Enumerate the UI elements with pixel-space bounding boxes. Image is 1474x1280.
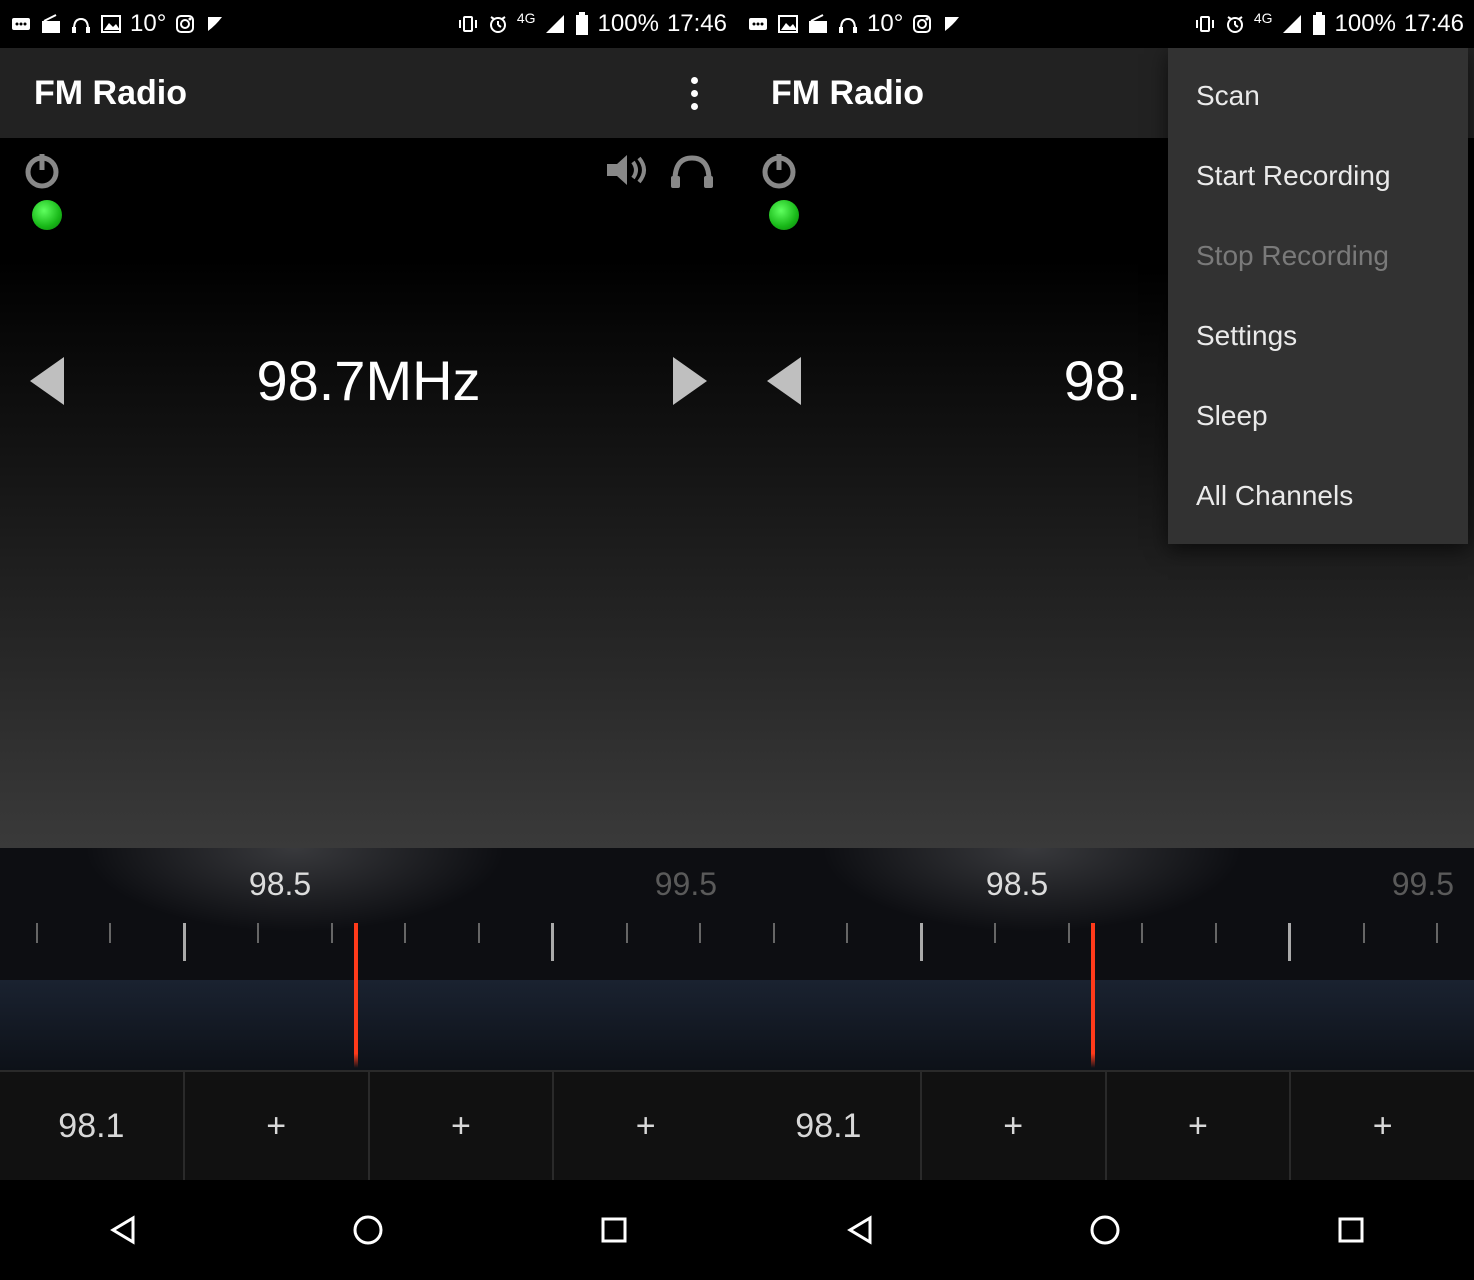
signal-icon [1281, 13, 1303, 35]
frequency-dial[interactable]: 98.5 99.5 [737, 848, 1474, 1070]
temperature: 10° [867, 10, 903, 38]
more-options-button[interactable] [679, 77, 709, 110]
battery-icon [574, 12, 590, 36]
temperature: 10° [130, 10, 166, 38]
app-icon [941, 13, 963, 35]
speaker-icon[interactable] [603, 150, 649, 190]
dial-label-right: 99.5 [655, 866, 717, 903]
preset-1[interactable]: 98.1 [0, 1072, 185, 1180]
preset-2[interactable]: + [922, 1072, 1107, 1180]
alarm-icon [1224, 13, 1246, 35]
preset-row: 98.1 + + + [0, 1070, 737, 1180]
menu-sleep[interactable]: Sleep [1168, 376, 1468, 456]
status-right: 4G 100% 17:46 [1194, 10, 1464, 38]
status-right: 4G 100% 17:46 [457, 10, 727, 38]
back-button[interactable] [840, 1210, 880, 1250]
status-bar: 10° 4G 100% 17:46 [0, 0, 737, 48]
clock: 17:46 [1404, 10, 1464, 38]
app-bar: FM Radio [0, 48, 737, 138]
phone-left: 10° 4G 100% 17:46 FM Radio [0, 0, 737, 1280]
preset-4[interactable]: + [1291, 1072, 1474, 1180]
menu-start-recording[interactable]: Start Recording [1168, 136, 1468, 216]
instagram-icon [911, 13, 933, 35]
menu-stop-recording: Stop Recording [1168, 216, 1468, 296]
menu-settings[interactable]: Settings [1168, 296, 1468, 376]
preset-2[interactable]: + [185, 1072, 370, 1180]
status-indicator [32, 200, 62, 230]
status-indicator [769, 200, 799, 230]
preset-3[interactable]: + [370, 1072, 555, 1180]
frequency-dial[interactable]: 98.5 99.5 [0, 848, 737, 1070]
network-type: 4G [1254, 10, 1273, 26]
headphones-small-icon [837, 13, 859, 35]
home-button[interactable] [1085, 1210, 1125, 1250]
preset-4[interactable]: + [554, 1072, 737, 1180]
radio-small-icon [807, 13, 829, 35]
status-left: 10° [747, 10, 963, 38]
image-icon [100, 13, 122, 35]
app-title: FM Radio [771, 74, 924, 113]
app-title: FM Radio [34, 74, 187, 113]
preset-row: 98.1 + + + [737, 1070, 1474, 1180]
options-menu: Scan Start Recording Stop Recording Sett… [1168, 48, 1468, 544]
clock: 17:46 [667, 10, 727, 38]
battery-pct: 100% [1335, 10, 1396, 38]
dial-label-center: 98.5 [249, 866, 311, 903]
dial-needle [354, 923, 358, 1068]
prev-station-button[interactable] [30, 357, 64, 405]
dial-label-right: 99.5 [1392, 866, 1454, 903]
home-button[interactable] [348, 1210, 388, 1250]
power-icon[interactable] [20, 148, 64, 192]
recent-button[interactable] [594, 1210, 634, 1250]
battery-icon [1311, 12, 1327, 36]
sms-icon [747, 13, 769, 35]
recent-button[interactable] [1331, 1210, 1371, 1250]
preset-1[interactable]: 98.1 [737, 1072, 922, 1180]
status-left: 10° [10, 10, 226, 38]
controls-row [0, 138, 737, 258]
app-icon [204, 13, 226, 35]
power-icon[interactable] [757, 148, 801, 192]
battery-pct: 100% [598, 10, 659, 38]
alarm-icon [487, 13, 509, 35]
network-type: 4G [517, 10, 536, 26]
frequency-text: 98.7MHz [256, 348, 480, 413]
preset-3[interactable]: + [1107, 1072, 1292, 1180]
frequency-display-area: 98.7MHz [0, 258, 737, 848]
back-button[interactable] [103, 1210, 143, 1250]
image-icon [777, 13, 799, 35]
menu-scan[interactable]: Scan [1168, 56, 1468, 136]
dial-needle [1091, 923, 1095, 1068]
navigation-bar [0, 1180, 737, 1280]
next-station-button[interactable] [673, 357, 707, 405]
vibrate-icon [457, 13, 479, 35]
navigation-bar [737, 1180, 1474, 1280]
radio-small-icon [40, 13, 62, 35]
frequency-text: 98. [1064, 348, 1142, 413]
dial-label-center: 98.5 [986, 866, 1048, 903]
headphones-small-icon [70, 13, 92, 35]
instagram-icon [174, 13, 196, 35]
signal-icon [544, 13, 566, 35]
prev-station-button[interactable] [767, 357, 801, 405]
headphones-icon[interactable] [667, 150, 717, 190]
sms-icon [10, 13, 32, 35]
vibrate-icon [1194, 13, 1216, 35]
status-bar: 10° 4G 100% 17:46 [737, 0, 1474, 48]
phone-right: 10° 4G 100% 17:46 FM Radio 98. [737, 0, 1474, 1280]
menu-all-channels[interactable]: All Channels [1168, 456, 1468, 536]
